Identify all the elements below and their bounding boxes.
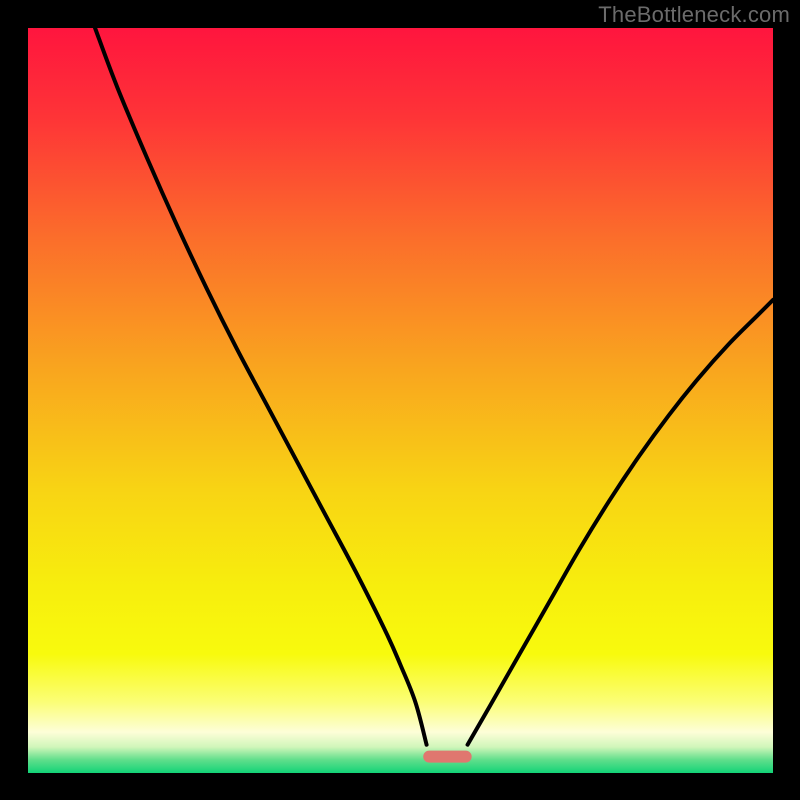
watermark-text: TheBottleneck.com [598, 2, 790, 28]
optimal-marker [423, 751, 471, 763]
bottleneck-v-curve-chart [0, 0, 800, 800]
chart-container: TheBottleneck.com [0, 0, 800, 800]
